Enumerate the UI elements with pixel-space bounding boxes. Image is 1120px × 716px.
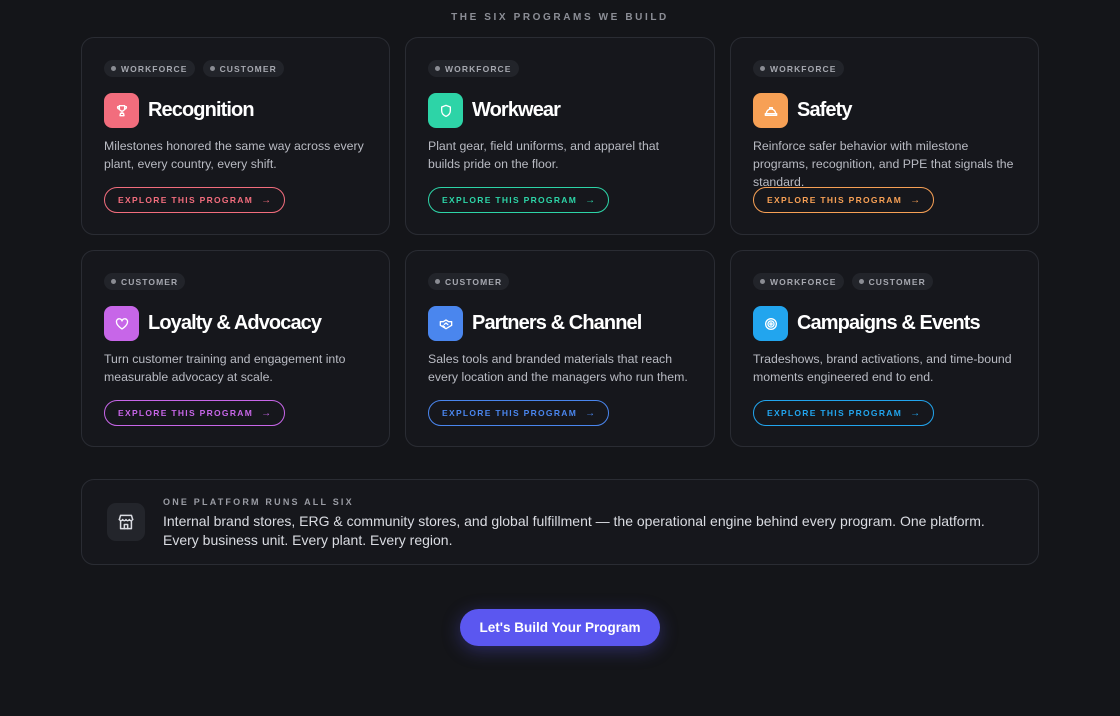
handshake-icon: [428, 306, 463, 341]
tag-list: WORKFORCE: [428, 60, 692, 77]
tag-dot: [435, 66, 440, 71]
explore-label: EXPLORE THIS PROGRAM: [118, 408, 254, 418]
audience-tag: CUSTOMER: [104, 273, 186, 290]
tag-dot: [435, 279, 440, 284]
shield-icon: [428, 93, 463, 128]
tag-list: CUSTOMER: [104, 273, 367, 290]
arrow-right-icon: →: [261, 194, 272, 206]
tag-dot: [760, 66, 765, 71]
program-header: Loyalty & Advocacy: [104, 306, 367, 341]
section-eyebrow: THE SIX PROGRAMS WE BUILD: [451, 12, 669, 23]
program-description: Reinforce safer behavior with milestone …: [753, 139, 1014, 189]
tag-label: WORKFORCE: [770, 63, 837, 74]
audience-tag: WORKFORCE: [428, 60, 519, 77]
arrow-right-icon: →: [910, 407, 921, 419]
tag-label: CUSTOMER: [219, 63, 277, 74]
program-header: Safety: [753, 93, 1016, 128]
tag-dot: [111, 279, 116, 284]
audience-tag: WORKFORCE: [753, 273, 844, 290]
program-card-4: CUSTOMER Loyalty & Advocacy Turn customer …: [81, 250, 390, 447]
explore-program-button[interactable]: EXPLORE THIS PROGRAM →: [104, 400, 286, 426]
program-title: Loyalty & Advocacy: [148, 312, 322, 334]
tag-label: WORKFORCE: [121, 63, 188, 74]
tag-dot: [760, 279, 765, 284]
audience-tag: WORKFORCE: [753, 60, 844, 77]
program-header: Workwear: [428, 93, 692, 128]
explore-label: EXPLORE THIS PROGRAM: [442, 195, 578, 205]
arrow-right-icon: →: [585, 194, 596, 206]
tag-list: WORKFORCE CUSTOMER: [753, 273, 1016, 290]
explore-label: EXPLORE THIS PROGRAM: [118, 195, 254, 205]
explore-program-button[interactable]: EXPLORE THIS PROGRAM →: [753, 400, 935, 426]
program-description: Plant gear, field uniforms, and apparel …: [428, 139, 660, 171]
audience-tag: WORKFORCE: [104, 60, 195, 77]
program-card-1: WORKFORCE CUSTOMER Recognition Milestones h…: [81, 37, 390, 235]
tag-dot: [858, 279, 864, 284]
explore-program-button[interactable]: EXPLORE THIS PROGRAM →: [104, 187, 286, 213]
program-header: Partners & Channel: [428, 306, 692, 341]
program-title: Partners & Channel: [472, 312, 642, 334]
target-icon: [753, 306, 788, 341]
program-card-5: CUSTOMER Partners & Channel Sales tools an…: [405, 250, 715, 447]
build-program-button[interactable]: Let's Build Your Program: [460, 609, 660, 646]
program-card-3: WORKFORCE Safety Reinforce safer behavior …: [730, 37, 1039, 235]
program-title: Workwear: [472, 99, 561, 121]
program-description: Milestones honored the same way across e…: [104, 139, 364, 171]
explore-program-button[interactable]: EXPLORE THIS PROGRAM →: [428, 187, 610, 213]
program-description: Tradeshows, brand activations, and time-…: [753, 352, 1012, 384]
explore-program-button[interactable]: EXPLORE THIS PROGRAM →: [428, 400, 610, 426]
hard-hat-icon: [753, 93, 788, 128]
tag-dot: [111, 66, 116, 71]
trophy-icon: [104, 93, 139, 128]
program-title: Recognition: [148, 99, 255, 121]
program-card-6: WORKFORCE CUSTOMER Campaigns & Events Trade…: [730, 250, 1039, 447]
explore-program-button[interactable]: EXPLORE THIS PROGRAM →: [753, 187, 935, 213]
tag-label: CUSTOMER: [121, 276, 179, 287]
platform-banner: ONE PLATFORM RUNS ALL SIX Internal brand…: [81, 479, 1039, 565]
arrow-right-icon: →: [585, 407, 596, 419]
program-title: Safety: [797, 99, 853, 121]
explore-label: EXPLORE THIS PROGRAM: [767, 408, 903, 418]
programs-section: THE SIX PROGRAMS WE BUILD WORKFORCE CUSTO…: [0, 0, 1120, 716]
program-title: Campaigns & Events: [797, 312, 981, 334]
audience-tag: CUSTOMER: [202, 60, 284, 77]
explore-label: EXPLORE THIS PROGRAM: [767, 195, 903, 205]
tag-dot: [209, 66, 215, 71]
program-header: Campaigns & Events: [753, 306, 1016, 341]
audience-tag: CUSTOMER: [851, 273, 933, 290]
tag-label: WORKFORCE: [770, 276, 837, 287]
tag-list: WORKFORCE CUSTOMER: [104, 60, 367, 77]
program-description: Sales tools and branded materials that r…: [428, 352, 688, 384]
heart-icon: [104, 306, 139, 341]
tag-label: WORKFORCE: [445, 63, 512, 74]
platform-eyebrow: ONE PLATFORM RUNS ALL SIX: [163, 497, 354, 507]
explore-label: EXPLORE THIS PROGRAM: [442, 408, 578, 418]
program-card-2: WORKFORCE Workwear Plant gear, field unifo…: [405, 37, 715, 235]
program-header: Recognition: [104, 93, 367, 128]
tag-label: CUSTOMER: [868, 276, 926, 287]
platform-description: Internal brand stores, ERG & community s…: [163, 513, 985, 548]
tag-list: CUSTOMER: [428, 273, 692, 290]
audience-tag: CUSTOMER: [428, 273, 510, 290]
tag-label: CUSTOMER: [445, 276, 503, 287]
programs-grid: WORKFORCE CUSTOMER Recognition Milestones h…: [81, 37, 1039, 447]
arrow-right-icon: →: [261, 407, 272, 419]
storefront-icon: [107, 503, 145, 541]
arrow-right-icon: →: [910, 194, 921, 206]
program-description: Turn customer training and engagement in…: [104, 352, 346, 384]
tag-list: WORKFORCE: [753, 60, 1016, 77]
